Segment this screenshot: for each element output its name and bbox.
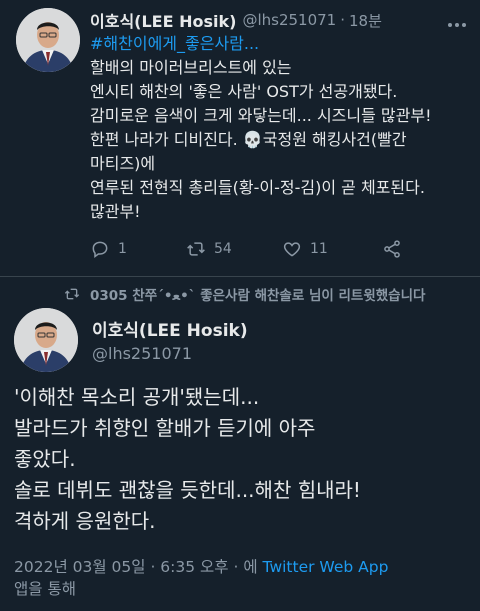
retweet-icon	[187, 242, 205, 256]
tweet-line: 연루된 전현직 총리들(황-이-정-김)이 곧 체포된다.	[90, 178, 425, 197]
via-text: 앱을 통해	[14, 580, 76, 598]
tweet-1-header: 이호식(LEE Hosik) @lhs251071 · 18분	[90, 8, 474, 32]
tweet-line: 격하게 응원한다.	[14, 509, 156, 533]
tweet-line: 할배의 마이러브리스트에 있는	[90, 58, 292, 77]
avatar[interactable]	[16, 8, 80, 72]
display-name[interactable]: 이호식(LEE Hosik)	[92, 316, 248, 341]
retweet-button[interactable]: 54	[186, 239, 232, 259]
tweet-2-meta: 2022년 03월 05일 · 6:35 오후 · 에 Twitter Web …	[14, 556, 474, 600]
tweet-actions: 1 54 11	[90, 238, 420, 260]
tweet-line: 발라드가 취향인 할배가 듣기에 아주	[14, 416, 316, 440]
retweet-notice-text: 0305 찬쭈´•ﻌ•` 좋은사람 해찬솔로 님이 리트윗했습니다	[90, 288, 426, 304]
reply-count: 1	[118, 241, 127, 257]
display-name[interactable]: 이호식(LEE Hosik)	[90, 8, 236, 32]
tweet-2-text: '이해찬 목소리 공개'됐는데... 발라드가 취향인 할배가 듣기에 아주 좋…	[14, 382, 474, 537]
tweet-line: 감미로운 음색이 크게 와닿는데... 시즈니들 많관부!	[90, 106, 432, 125]
tweet-card-1[interactable]: 이호식(LEE Hosik) @lhs251071 · 18분 #해찬이에게_좋…	[0, 0, 480, 278]
tweet-1-body: 이호식(LEE Hosik) @lhs251071 · 18분 #해찬이에게_좋…	[90, 8, 474, 224]
skull-emoji: 💀	[242, 130, 263, 149]
timestamp[interactable]: 2022년 03월 05일 · 6:35 오후 · 에	[14, 558, 258, 576]
tweet-line: 엔시티 해찬의 '좋은 사람' OST가 선공개됐다.	[90, 82, 398, 101]
tweet-line: 많관부!	[90, 202, 141, 221]
like-button[interactable]: 11	[282, 239, 328, 259]
retweet-icon	[64, 288, 80, 300]
more-icon[interactable]	[448, 12, 470, 27]
tweet-line: 마티즈)에	[90, 154, 156, 173]
tweet-line: '이해찬 목소리 공개'됐는데...	[14, 385, 260, 409]
like-icon	[283, 242, 301, 257]
handle[interactable]: @lhs251071	[92, 344, 192, 363]
like-count: 11	[310, 241, 328, 257]
retweet-count: 54	[214, 241, 232, 257]
source-app-link[interactable]: Twitter Web App	[263, 558, 389, 576]
separator: ·	[340, 11, 345, 29]
share-icon	[384, 240, 400, 258]
divider	[0, 276, 480, 277]
reply-button[interactable]: 1	[90, 239, 127, 259]
avatar[interactable]	[14, 308, 78, 372]
tweet-line: 한편 나라가 디비진다.	[90, 130, 238, 149]
timestamp[interactable]: 18분	[349, 10, 382, 31]
share-button[interactable]	[382, 239, 402, 259]
hashtag-link[interactable]: #해찬이에게_좋은사람...	[90, 34, 259, 53]
retweet-notice[interactable]: 0305 찬쭈´•ﻌ•` 좋은사람 해찬솔로 님이 리트윗했습니다	[64, 284, 425, 304]
tweet-line: 좋았다.	[14, 447, 76, 471]
handle[interactable]: @lhs251071	[242, 11, 336, 29]
tweet-1-text: #해찬이에게_좋은사람... 할배의 마이러브리스트에 있는 엔시티 해찬의 '…	[90, 32, 474, 224]
tweet-line: 국정원 해킹사건(빨간	[262, 130, 407, 149]
reply-icon	[92, 241, 108, 258]
tweet-line: 솔로 데뷔도 괜찮을 듯한데...해찬 힘내라!	[14, 478, 361, 502]
